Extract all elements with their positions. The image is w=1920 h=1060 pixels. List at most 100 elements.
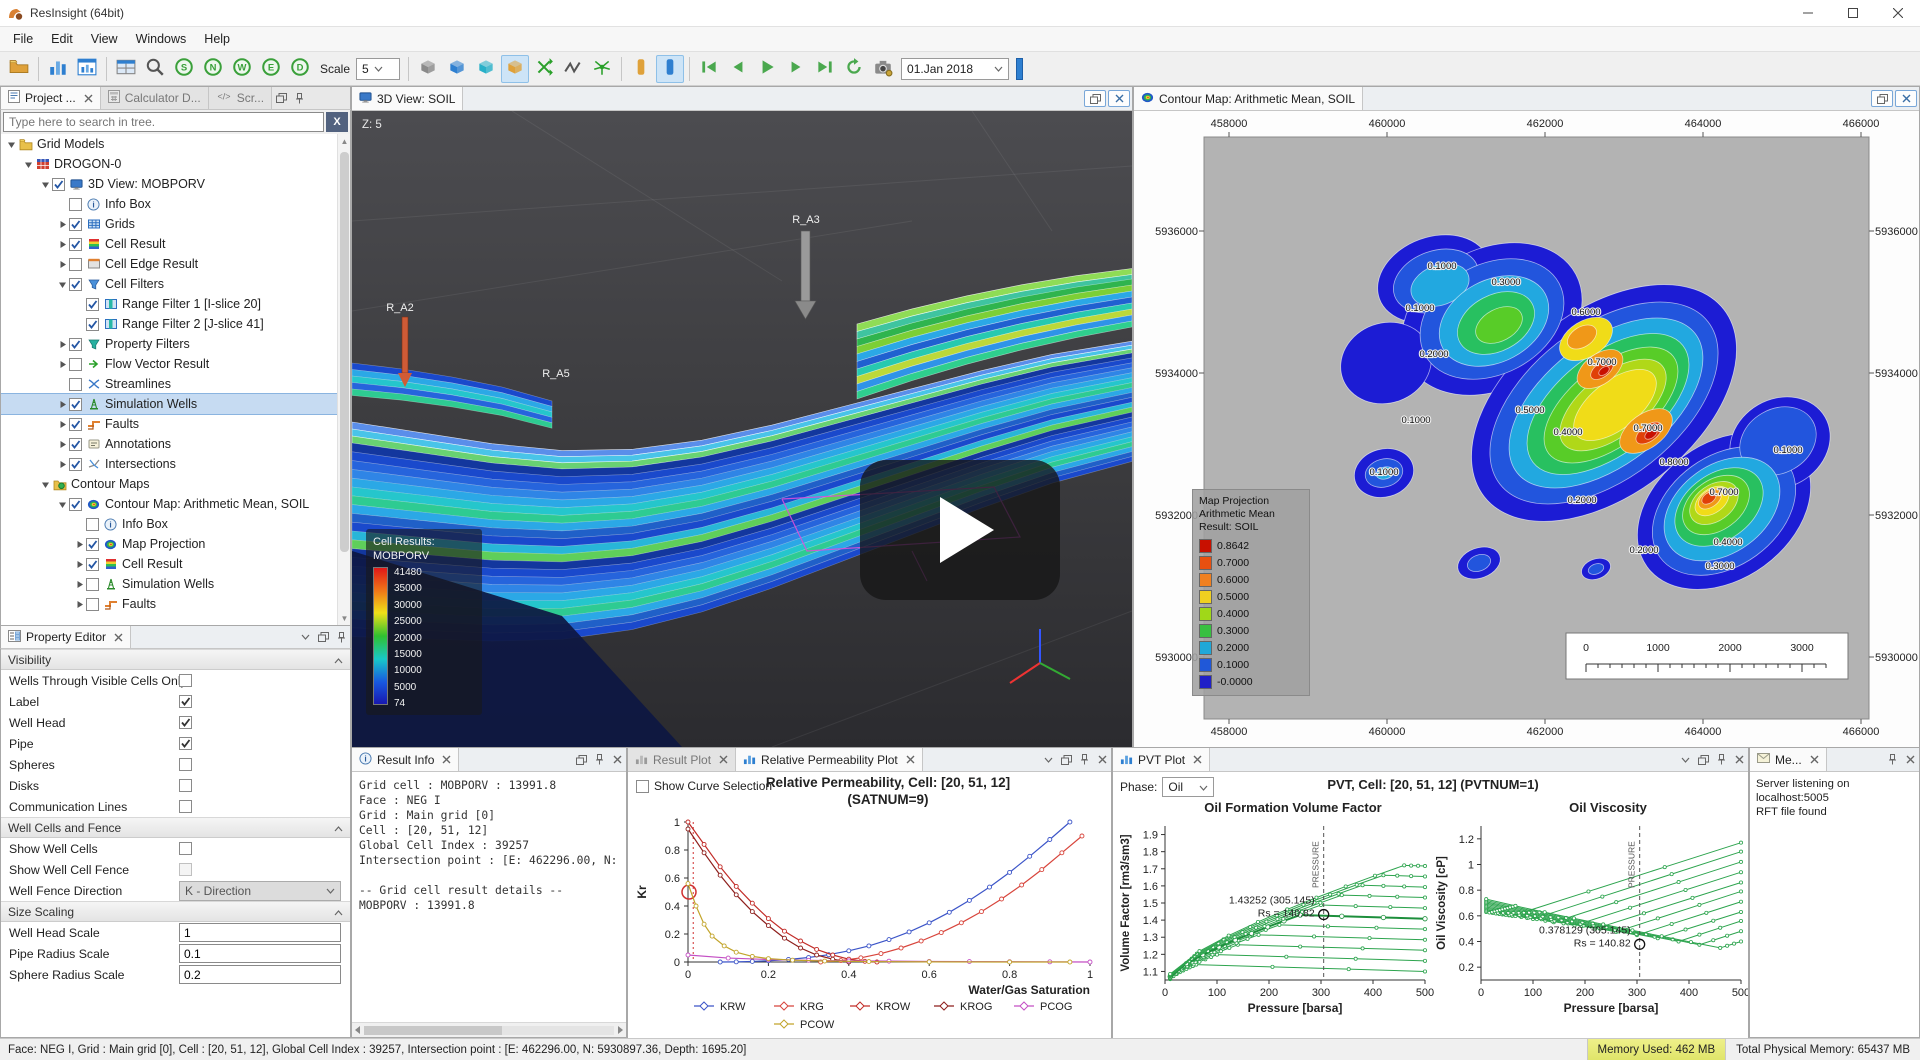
close-view-icon[interactable]: [1895, 90, 1917, 107]
tab-messages[interactable]: Me...: [1750, 748, 1827, 771]
close-icon[interactable]: [114, 633, 123, 642]
float-panel-icon[interactable]: [272, 87, 290, 109]
close-icon[interactable]: [906, 755, 915, 764]
close-view-icon[interactable]: [1108, 90, 1130, 107]
tree-item[interactable]: Faults: [1, 594, 350, 614]
contour-map-title-tab[interactable]: Contour Map: Arithmetic Mean, SOIL: [1134, 87, 1363, 110]
float-panel-icon[interactable]: [1694, 748, 1712, 771]
expand-icon[interactable]: [73, 540, 86, 549]
panel-menu-icon[interactable]: [296, 626, 314, 648]
animation-first-frame-button[interactable]: [695, 55, 723, 83]
tree-item[interactable]: Range Filter 2 [J-slice 41]: [1, 314, 350, 334]
result-info-text[interactable]: Grid cell : MOBPORV : 13991.8 Face : NEG…: [352, 772, 626, 1023]
expand-icon[interactable]: [56, 440, 69, 449]
checkbox-wells-through-visible-cells-only[interactable]: [179, 674, 192, 687]
relperm-plot-area[interactable]: Show Curve Selection Relative Permeabili…: [628, 772, 1111, 1039]
tree-checkbox[interactable]: [69, 498, 82, 511]
tree-item[interactable]: Simulation Wells: [1, 574, 350, 594]
expand-icon[interactable]: [73, 580, 86, 589]
tree-item[interactable]: Range Filter 1 [I-slice 20]: [1, 294, 350, 314]
close-panel-icon[interactable]: [1901, 748, 1919, 771]
pin-panel-icon[interactable]: [1712, 748, 1730, 771]
section-size-scaling[interactable]: Size Scaling: [1, 901, 350, 922]
collapse-icon[interactable]: [39, 180, 52, 189]
menu-windows[interactable]: Windows: [127, 28, 196, 50]
checkbox-communication-lines[interactable]: [179, 800, 192, 813]
draw-style-surface-button[interactable]: [443, 55, 471, 83]
menu-file[interactable]: File: [4, 28, 42, 50]
pin-panel-icon[interactable]: [590, 748, 608, 771]
tree-item[interactable]: Cell Filters: [1, 274, 350, 294]
tree-checkbox[interactable]: [69, 458, 82, 471]
close-icon[interactable]: [1875, 0, 1920, 27]
maximize-icon[interactable]: [1830, 0, 1875, 27]
collapse-icon[interactable]: [39, 480, 52, 489]
expand-icon[interactable]: [56, 420, 69, 429]
checkbox-label[interactable]: [179, 695, 192, 708]
expand-icon[interactable]: [56, 260, 69, 269]
tree-checkbox[interactable]: [69, 218, 82, 231]
pin-panel-icon[interactable]: [1883, 748, 1901, 771]
expand-icon[interactable]: [56, 360, 69, 369]
windows-layout-button[interactable]: [112, 55, 140, 83]
draw-style-highlight-button[interactable]: [501, 55, 529, 83]
close-icon[interactable]: [719, 755, 728, 764]
faults-toggle-button[interactable]: [559, 55, 587, 83]
tree-item[interactable]: Grid Models: [1, 134, 350, 154]
scroll-right-icon[interactable]: [617, 1023, 624, 1037]
view-south-button[interactable]: S: [170, 55, 198, 83]
pin-panel-icon[interactable]: [290, 87, 308, 109]
tree-checkbox[interactable]: [86, 598, 99, 611]
tree-item[interactable]: Simulation Wells: [1, 394, 350, 414]
checkbox-well-head[interactable]: [179, 716, 192, 729]
checkbox-disks[interactable]: [179, 779, 192, 792]
view3d-viewport[interactable]: R_A2R_A5R_A3 Z: 5 Cell Results: MOBPORV …: [352, 111, 1132, 747]
tree-item[interactable]: Faults: [1, 414, 350, 434]
input-well-head-scale[interactable]: [179, 923, 341, 942]
tree-scrollbar[interactable]: ▲ ▼: [337, 134, 350, 625]
tree-checkbox[interactable]: [86, 558, 99, 571]
pin-panel-icon[interactable]: [1075, 748, 1093, 771]
expand-icon[interactable]: [56, 240, 69, 249]
tree-item[interactable]: Intersections: [1, 454, 350, 474]
tree-checkbox[interactable]: [69, 338, 82, 351]
tree-item[interactable]: Contour Map: Arithmetic Mean, SOIL: [1, 494, 350, 514]
minimize-icon[interactable]: [1785, 0, 1830, 27]
phase-dropdown[interactable]: Oil: [1162, 777, 1214, 797]
tree-item[interactable]: DROGON-0: [1, 154, 350, 174]
tree-item[interactable]: iInfo Box: [1, 194, 350, 214]
close-panel-icon[interactable]: [1093, 748, 1111, 771]
expand-icon[interactable]: [73, 560, 86, 569]
draw-style-mesh-button[interactable]: [472, 55, 500, 83]
search-clear-button[interactable]: X: [326, 112, 348, 132]
simulation-wells-button[interactable]: [530, 55, 558, 83]
snapshot-settings-button[interactable]: [869, 55, 897, 83]
panel-menu-icon[interactable]: [1039, 748, 1057, 771]
checkbox-show-well-cell-fence[interactable]: [179, 863, 192, 876]
tree-checkbox[interactable]: [52, 178, 65, 191]
zoom-all-button[interactable]: [141, 55, 169, 83]
tree-item[interactable]: Flow Vector Result: [1, 354, 350, 374]
tree-item[interactable]: Annotations: [1, 434, 350, 454]
expand-icon[interactable]: [56, 340, 69, 349]
restore-view-icon[interactable]: [1871, 90, 1893, 107]
restore-view-icon[interactable]: [1084, 90, 1106, 107]
tree-item[interactable]: 3D View: MOBPORV: [1, 174, 350, 194]
horizontal-scrollbar[interactable]: [352, 1022, 626, 1037]
menu-help[interactable]: Help: [195, 28, 239, 50]
tab-relative-permeability-plot[interactable]: Relative Permeability Plot: [736, 748, 923, 771]
close-icon[interactable]: [1810, 755, 1819, 764]
checkbox-pipe[interactable]: [179, 737, 192, 750]
tree-checkbox[interactable]: [69, 278, 82, 291]
video-play-button[interactable]: [860, 460, 1060, 600]
collapse-icon[interactable]: [56, 500, 69, 509]
tab-calculator[interactable]: Calculator D...: [101, 87, 209, 109]
tree-item[interactable]: iInfo Box: [1, 514, 350, 534]
float-panel-icon[interactable]: [1057, 748, 1075, 771]
section-visibility[interactable]: Visibility: [1, 649, 350, 670]
checkbox-show-well-cells[interactable]: [179, 842, 192, 855]
animation-progress-bar[interactable]: [1016, 58, 1023, 80]
checkbox[interactable]: [636, 780, 649, 793]
animation-last-frame-button[interactable]: [811, 55, 839, 83]
search-input[interactable]: [3, 112, 324, 132]
